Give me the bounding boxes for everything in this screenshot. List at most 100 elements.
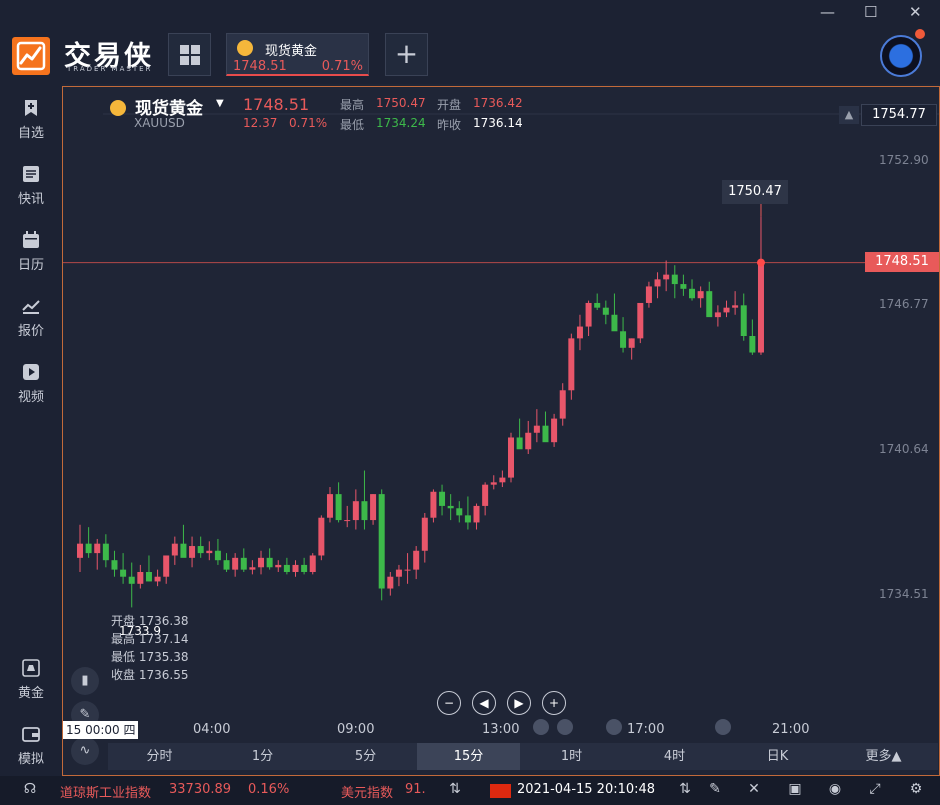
sidebar-item-gold[interactable]: 黄金 (0, 658, 62, 714)
minimize-button[interactable]: — (820, 3, 835, 21)
calendar-icon (23, 231, 39, 248)
candle (490, 475, 497, 490)
candle (473, 503, 480, 530)
instrument-symbol: XAUUSD (134, 116, 185, 130)
tab-timeframe-1h[interactable]: 1时 (520, 743, 623, 770)
event-marker-icon[interactable] (557, 719, 573, 735)
candle (568, 333, 575, 400)
candle (637, 302, 644, 344)
add-tab-button[interactable]: + (385, 33, 428, 76)
candle-body (189, 546, 196, 558)
settings-gear-icon[interactable]: ⚙ (907, 781, 925, 799)
tab-spot-gold[interactable]: 现货黄金 1748.51 0.71% (226, 33, 369, 76)
tab-timeframe-more[interactable]: 更多▲ (829, 743, 938, 770)
event-marker-icon[interactable] (533, 719, 549, 735)
sidebar-item-news[interactable]: 快讯 (0, 164, 62, 220)
gold-coin-icon (237, 40, 253, 56)
candle (680, 274, 687, 296)
sidebar-item-label: 日历 (17, 258, 44, 273)
close-button[interactable]: ✕ (909, 3, 922, 21)
open-value: 1736.42 (473, 96, 523, 110)
candle (559, 383, 566, 426)
candle (258, 550, 265, 575)
candle (439, 484, 446, 516)
candle (102, 534, 109, 568)
candle-body (740, 305, 747, 336)
usd-index-value: 91. (405, 782, 426, 797)
candle-body (421, 517, 428, 551)
scroll-left-button[interactable]: ◀ (472, 691, 496, 715)
candle-body (387, 576, 394, 589)
indicator-button[interactable]: ∿ (71, 737, 99, 765)
bell-icon[interactable]: ▲ (839, 106, 859, 124)
maximize-button[interactable]: ☐ (864, 3, 877, 21)
scroll-right-button[interactable]: ▶ (507, 691, 531, 715)
candle-body (680, 284, 687, 289)
candle-body (637, 302, 644, 339)
cross-tool-icon[interactable]: ✕ (745, 781, 763, 799)
user-avatar[interactable] (880, 35, 922, 77)
tab-timeframe-5m[interactable]: 5分 (314, 743, 417, 770)
candle (275, 560, 282, 572)
zoom-out-button[interactable]: − (437, 691, 461, 715)
candle (542, 411, 549, 443)
camera-icon[interactable]: ◉ (826, 781, 844, 799)
candle-body (430, 491, 437, 518)
candle-body (516, 437, 523, 450)
scroll-text-icon[interactable]: ⇅ (676, 781, 694, 799)
candlestick-chart[interactable] (63, 87, 939, 775)
tab-timeframe-4h[interactable]: 4时 (623, 743, 726, 770)
candle-body (413, 550, 420, 570)
tab-timeframe-daily[interactable]: 日K (726, 743, 829, 770)
zoom-in-button[interactable]: + (542, 691, 566, 715)
candle (447, 494, 454, 521)
sidebar-item-quotes[interactable]: 报价 (0, 296, 62, 352)
candle (378, 489, 385, 601)
candle-body (128, 576, 135, 584)
china-flag-icon (490, 784, 511, 798)
candle-body (283, 564, 290, 572)
tab-name: 现货黄金 (265, 44, 318, 59)
candle (723, 300, 730, 318)
sidebar-item-calendar[interactable]: 日历 (0, 230, 62, 286)
candle-body (473, 505, 480, 523)
sidebar-item-label: 视频 (17, 390, 44, 405)
tab-timeframe-realtime[interactable]: 分时 (108, 743, 211, 770)
sidebar-item-watchlist[interactable]: 自选 (0, 98, 62, 154)
tab-timeframe-1m[interactable]: 1分 (211, 743, 314, 770)
candle (266, 548, 273, 570)
candle-body (482, 484, 489, 506)
candle (232, 553, 239, 577)
caret-down-icon[interactable]: ▼ (216, 98, 224, 109)
x-tick-label: 09:00 (337, 722, 375, 737)
x-tick-label: 04:00 (193, 722, 231, 737)
headset-icon[interactable]: ☊ (21, 781, 39, 799)
draw-line-icon[interactable]: ✎ (706, 781, 724, 799)
layout-grid-button[interactable] (168, 33, 211, 76)
expand-icon[interactable]: ⤢ (866, 781, 884, 799)
candle-body (706, 291, 713, 318)
title-bar: 交易侠 TRADER MASTER 现货黄金 1748.51 0.71% + —… (0, 0, 940, 84)
event-marker-icon[interactable] (606, 719, 622, 735)
candle (732, 291, 739, 315)
high-value: 1750.47 (376, 96, 426, 110)
candle-body (508, 437, 514, 478)
sidebar-item-simulate[interactable]: 模拟 (0, 724, 62, 780)
candle (292, 560, 299, 577)
tab-timeframe-15m[interactable]: 15分 (417, 743, 520, 770)
ticker-toggle-icon[interactable]: ⇅ (446, 781, 464, 799)
candle (413, 546, 420, 580)
candle-body (439, 491, 446, 506)
event-marker-icon[interactable] (715, 719, 731, 735)
candle-style-button[interactable]: ▮ (71, 667, 99, 695)
candle-body (120, 569, 127, 577)
chart-settings-icon[interactable]: ▣ (786, 781, 804, 799)
candle-body (654, 279, 661, 287)
candle (602, 300, 609, 325)
prev-close-value: 1736.14 (473, 116, 523, 130)
candle (171, 536, 178, 565)
sidebar-item-video[interactable]: 视频 (0, 362, 62, 418)
price-change-pct: 0.71% (289, 116, 328, 130)
candle-body (559, 390, 566, 419)
candle (85, 527, 92, 558)
